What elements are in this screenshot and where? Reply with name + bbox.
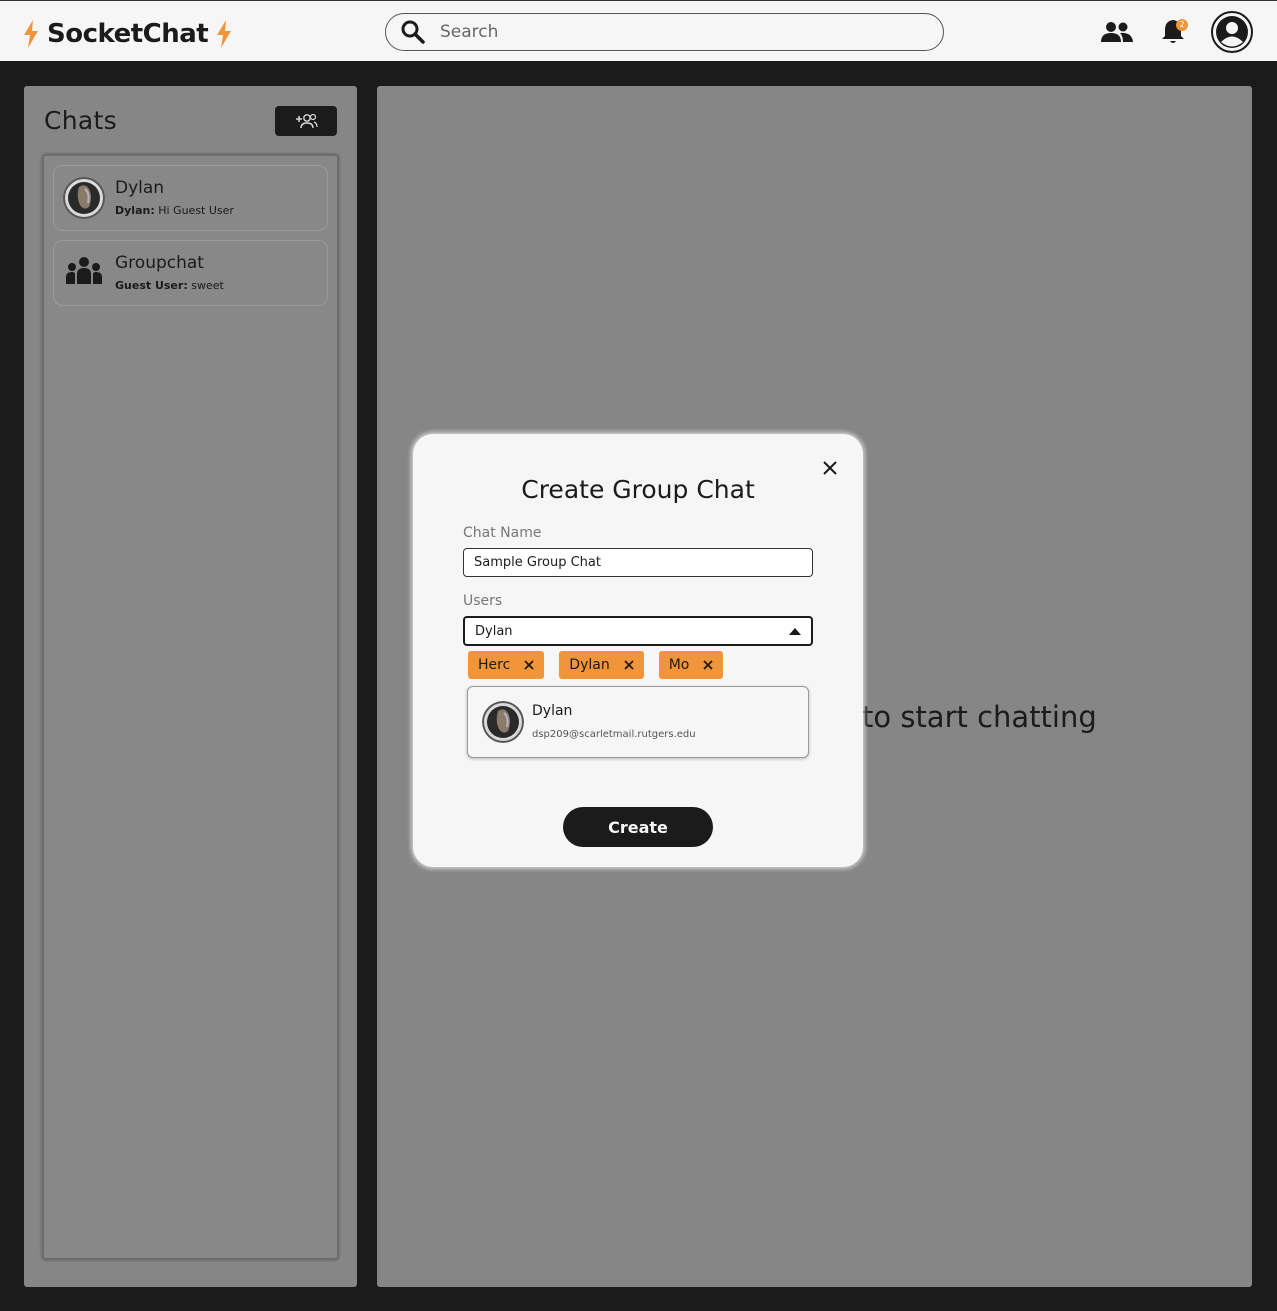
user-suggestion[interactable]: Dylan dsp209@scarletmail.rutgers.edu [467,686,809,758]
create-button[interactable]: Create [563,807,713,847]
chat-name-label: Chat Name [463,525,542,541]
chats-panel: Chats Dylan Dylan: Hi Guest User Groupch… [24,86,357,1287]
notification-badge: 2 [1176,19,1188,31]
chat-name: Dylan [115,177,165,198]
user-chip: Herc [468,651,545,679]
users-icon [1101,22,1133,42]
lightning-icon [24,20,38,48]
lightning-icon [217,20,232,48]
user-chip: Dylan [559,651,644,679]
chip-label: Dylan [569,657,610,673]
user-circle-icon [1216,16,1248,48]
suggestion-name: Dylan [532,703,573,719]
suggestion-email: dsp209@scarletmail.rutgers.edu [532,729,696,740]
brand-logo[interactable]: SocketChat [22,19,233,49]
chat-preview: Guest User: sweet [115,279,224,292]
modal-title: Create Group Chat [521,475,755,504]
caret-up-icon [789,627,801,635]
chat-name-input[interactable] [463,548,813,577]
chip-label: Herc [478,657,511,673]
search-icon [401,20,425,44]
chat-list: Dylan Dylan: Hi Guest User Groupchat Gue… [42,154,339,1260]
top-bar: SocketChat 2 [0,0,1277,61]
chat-item-dylan[interactable]: Dylan Dylan: Hi Guest User [53,165,328,231]
avatar [482,701,524,743]
preview-sender: Dylan: [115,203,155,217]
chat-name: Groupchat [115,252,204,273]
remove-icon[interactable] [703,660,714,670]
remove-icon[interactable] [524,660,534,670]
search-bar[interactable] [385,13,944,51]
brand-name: SocketChat [47,19,209,49]
users-label: Users [463,593,503,609]
chats-title: Chats [44,106,117,135]
selected-users: Herc Dylan Mo [468,651,724,679]
group-icon [66,257,102,284]
chat-item-groupchat[interactable]: Groupchat Guest User: sweet [53,240,328,306]
user-chip: Mo [658,651,724,679]
remove-icon[interactable] [624,660,634,670]
chat-preview: Dylan: Hi Guest User [115,204,234,217]
chip-label: Mo [668,657,690,673]
friends-button[interactable] [1099,15,1135,49]
empty-state-subtitle: to start chatting [862,700,1097,734]
profile-button[interactable] [1211,11,1253,53]
preview-message: sweet [191,278,224,292]
preview-sender: Guest User: [115,278,188,292]
create-group-modal: Create Group Chat Chat Name Users Dylan … [413,434,863,867]
add-group-icon [296,113,318,129]
close-icon [823,461,837,475]
users-select[interactable]: Dylan [463,616,813,646]
users-select-value: Dylan [475,623,513,639]
avatar [63,177,105,219]
preview-message: Hi Guest User [158,203,234,217]
new-group-chat-button[interactable] [275,106,337,136]
search-input[interactable] [440,22,920,42]
